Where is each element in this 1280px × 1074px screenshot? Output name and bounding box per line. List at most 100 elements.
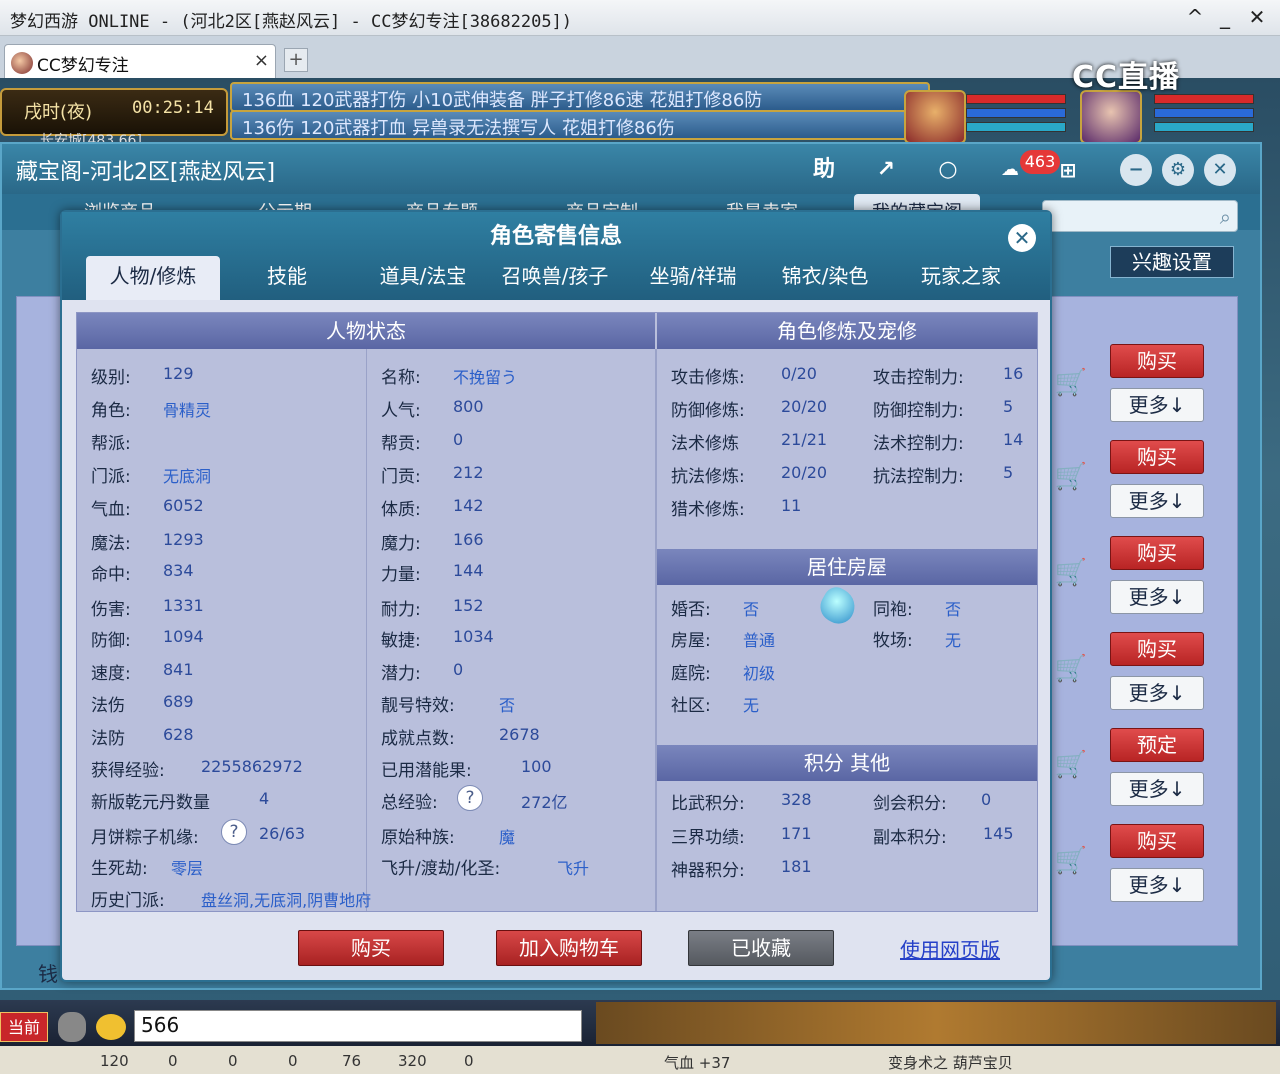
browser-tab[interactable]: CC梦幻专注 ×: [4, 44, 276, 78]
cultivation-header: 角色修炼及宠修: [657, 313, 1037, 349]
cult-label: 攻击控制力:: [873, 368, 964, 388]
house-label: 同袍:: [873, 600, 913, 620]
stat-label: 速度:: [91, 664, 131, 684]
stat-label: 防御:: [91, 631, 131, 651]
score-value: 145: [983, 824, 1014, 843]
more-button[interactable]: 更多↓: [1110, 388, 1204, 422]
shortcut-toolbar[interactable]: [596, 1002, 1276, 1044]
more-button[interactable]: 更多↓: [1110, 868, 1204, 902]
buy-button[interactable]: 购买: [1110, 344, 1204, 378]
stat-label: 新版乾元丹数量: [91, 793, 210, 813]
help-question-icon[interactable]: ?: [457, 785, 483, 811]
score-label: 神器积分:: [671, 861, 745, 881]
emoji-icon[interactable]: [96, 1014, 126, 1040]
stat-label: 魔力:: [381, 534, 421, 554]
stat-label: 法伤: [91, 696, 125, 716]
player-portrait[interactable]: [1080, 90, 1142, 144]
record-icon[interactable]: ○: [932, 154, 964, 186]
buy-button[interactable]: 购买: [1110, 632, 1204, 666]
stat-label: 月饼粽子机缘:: [91, 828, 199, 848]
stat-label: 气血:: [91, 500, 131, 520]
more-button[interactable]: 更多↓: [1110, 484, 1204, 518]
row-cart-icon[interactable]: 🛒: [1054, 846, 1088, 880]
buy-button[interactable]: 购买: [298, 930, 444, 966]
stat-value: 2255862972: [201, 757, 303, 776]
buy-button[interactable]: 购买: [1110, 536, 1204, 570]
stat-label: 潜力:: [381, 664, 421, 684]
more-button[interactable]: 更多↓: [1110, 676, 1204, 710]
help-button[interactable]: 助: [808, 154, 840, 186]
settings-gear-icon[interactable]: ⚙: [1162, 154, 1194, 186]
stat-value: 骨精灵: [163, 401, 212, 420]
stat-value: 834: [163, 561, 194, 580]
close-button[interactable]: ✕: [1244, 4, 1270, 30]
stat-label: 耐力:: [381, 600, 421, 620]
current-channel-button[interactable]: 当前: [0, 1012, 48, 1042]
cult-label: 抗法控制力:: [873, 467, 964, 487]
row-cart-icon[interactable]: 🛒: [1054, 750, 1088, 784]
tab-costumes[interactable]: 锦衣/染色: [760, 256, 890, 300]
stat-label: 帮派:: [91, 434, 131, 454]
tab-pets[interactable]: 召唤兽/孩子: [490, 256, 620, 300]
time-value: 00:25:14: [132, 98, 214, 118]
stat-value: 800: [453, 397, 484, 416]
use-web-version-link[interactable]: 使用网页版: [900, 934, 1000, 963]
microphone-icon[interactable]: [58, 1012, 86, 1042]
cult-label: 防御修炼:: [671, 401, 745, 421]
reserve-button[interactable]: 预定: [1110, 728, 1204, 762]
money-label: 钱: [38, 962, 58, 986]
house-value: 普通: [743, 631, 776, 650]
help-question-icon[interactable]: ?: [221, 819, 247, 845]
stat-value: 142: [453, 496, 484, 515]
column-divider: [366, 349, 367, 911]
minimize-icon[interactable]: −: [1120, 154, 1152, 186]
favorited-button[interactable]: 已收藏: [688, 930, 834, 966]
new-tab-button[interactable]: +: [284, 48, 308, 72]
dialog-close-icon[interactable]: ✕: [1008, 224, 1036, 252]
chat-input[interactable]: 566: [134, 1010, 582, 1042]
row-cart-icon[interactable]: 🛒: [1054, 654, 1088, 688]
tab-home[interactable]: 玩家之家: [896, 256, 1026, 300]
stat-value: 4: [259, 789, 270, 808]
search-icon[interactable]: ⌕: [1220, 205, 1231, 229]
cult-label: 猎术修炼:: [671, 500, 745, 520]
cult-label: 攻击修炼:: [671, 368, 745, 388]
cult-value: 20/20: [781, 463, 828, 482]
more-button[interactable]: 更多↓: [1110, 580, 1204, 614]
close-window-icon[interactable]: ✕: [1204, 154, 1236, 186]
stat-label: 魔法:: [91, 534, 131, 554]
stat-value: 零层: [171, 859, 204, 878]
stat-label: 门贡:: [381, 467, 421, 487]
interest-settings-button[interactable]: 兴趣设置: [1110, 246, 1234, 278]
stat-value: 盘丝洞,无底洞,阴曹地府: [201, 891, 372, 910]
stat-value: 144: [453, 561, 484, 580]
row-cart-icon[interactable]: 🛒: [1054, 558, 1088, 592]
more-button[interactable]: 更多↓: [1110, 772, 1204, 806]
search-input[interactable]: ⌕: [1042, 200, 1238, 232]
row-cart-icon[interactable]: 🛒: [1054, 462, 1088, 496]
tab-mounts[interactable]: 坐骑/祥瑞: [628, 256, 758, 300]
stat-value: 272亿: [521, 793, 568, 812]
buy-button[interactable]: 购买: [1110, 440, 1204, 474]
stat-value: 1293: [163, 530, 204, 549]
tab-character[interactable]: 人物/修炼: [86, 256, 220, 300]
stat-value: 1331: [163, 596, 204, 615]
add-to-cart-button[interactable]: 加入购物车: [496, 930, 642, 966]
stat-label: 角色:: [91, 401, 131, 421]
maximize-button[interactable]: ^: [1182, 4, 1208, 30]
house-value: 无: [945, 631, 962, 650]
share-icon[interactable]: ↗: [870, 154, 902, 186]
pet-portrait[interactable]: [904, 90, 966, 144]
stat-label: 敏捷:: [381, 631, 421, 651]
minimize-button[interactable]: _: [1212, 4, 1238, 30]
stat-label: 伤害:: [91, 600, 131, 620]
tab-items[interactable]: 道具/法宝: [358, 256, 488, 300]
score-value: 181: [781, 857, 812, 876]
cult-value: 14: [1003, 430, 1024, 449]
tab-close-icon[interactable]: ×: [254, 50, 269, 71]
row-cart-icon[interactable]: 🛒: [1054, 368, 1088, 402]
stat-label: 原始种族:: [381, 828, 455, 848]
buy-button[interactable]: 购买: [1110, 824, 1204, 858]
ad-banner-1: 136血 120武器打伤 小10武伸装备 胖子打修86速 花姐打修86防: [230, 82, 930, 112]
tab-skills[interactable]: 技能: [232, 256, 342, 300]
